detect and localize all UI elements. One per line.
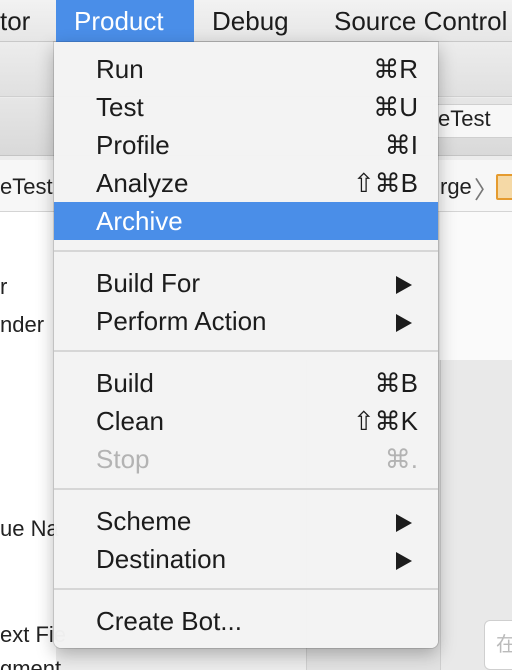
menu-item-perform-action[interactable]: Perform Action bbox=[54, 302, 438, 340]
menu-product[interactable]: Product bbox=[56, 0, 194, 42]
menu-item-profile[interactable]: Profile ⌘I bbox=[54, 126, 438, 164]
menu-item-label: Perform Action bbox=[96, 306, 267, 336]
submenu-arrow-icon bbox=[396, 552, 412, 570]
navigator-line: gment bbox=[0, 656, 62, 670]
navigator-line: ue Na bbox=[0, 516, 59, 541]
menu-item-clean[interactable]: Clean ⇧⌘K bbox=[54, 402, 438, 440]
menu-source-control[interactable]: Source Control bbox=[334, 0, 507, 42]
navigator-line: nder bbox=[0, 312, 45, 337]
menu-item-label: Profile bbox=[96, 130, 170, 160]
shortcut-label: ⌘I bbox=[384, 130, 418, 160]
menu-separator bbox=[54, 488, 438, 490]
menu-separator bbox=[54, 350, 438, 352]
menu-item-analyze[interactable]: Analyze ⇧⌘B bbox=[54, 164, 438, 202]
menu-item-label: Analyze bbox=[96, 168, 189, 198]
menu-separator bbox=[54, 588, 438, 590]
shortcut-label: ⌘R bbox=[373, 54, 418, 84]
menu-bar: tor Product Debug Source Control bbox=[0, 0, 512, 42]
menu-item-label: Build bbox=[96, 368, 154, 398]
submenu-arrow-icon bbox=[396, 314, 412, 332]
jump-bar-right-crumb[interactable]: rge bbox=[440, 174, 472, 200]
submenu-arrow-icon bbox=[396, 514, 412, 532]
shortcut-label: ⌘. bbox=[384, 444, 418, 474]
navigator-panel bbox=[0, 212, 56, 670]
menu-item-build[interactable]: Build ⌘B bbox=[54, 364, 438, 402]
navigator-line: r bbox=[0, 274, 8, 299]
menu-item-test[interactable]: Test ⌘U bbox=[54, 88, 438, 126]
chevron-right-icon: 〉 bbox=[474, 177, 498, 204]
menu-item-label: Destination bbox=[96, 544, 227, 574]
shortcut-label: ⌘B bbox=[374, 368, 418, 398]
tab-scheme-label: eTest bbox=[438, 106, 491, 131]
menu-debug[interactable]: Debug bbox=[212, 0, 289, 42]
menu-item-label: Build For bbox=[96, 268, 201, 298]
menu-editor[interactable]: tor bbox=[0, 0, 40, 42]
file-icon[interactable] bbox=[496, 174, 512, 200]
submenu-arrow-icon bbox=[396, 276, 412, 294]
menu-item-archive[interactable]: Archive bbox=[54, 202, 438, 240]
menu-item-scheme[interactable]: Scheme bbox=[54, 502, 438, 540]
menu-item-destination[interactable]: Destination bbox=[54, 540, 438, 578]
menu-separator bbox=[54, 250, 438, 252]
shortcut-label: ⇧⌘K bbox=[352, 406, 418, 436]
jump-bar-left-crumb[interactable]: eTest bbox=[0, 174, 53, 200]
menu-item-label: Stop bbox=[96, 444, 150, 474]
menu-item-label: Create Bot... bbox=[96, 606, 242, 636]
product-menu: Run ⌘R Test ⌘U Profile ⌘I Analyze ⇧⌘B Ar… bbox=[54, 42, 438, 648]
menu-item-label: Test bbox=[96, 92, 144, 122]
editor-area bbox=[440, 212, 512, 360]
menu-item-run[interactable]: Run ⌘R bbox=[54, 50, 438, 88]
menu-item-label: Archive bbox=[96, 206, 183, 236]
text-field-content: 在 bbox=[496, 634, 512, 656]
menu-item-label: Clean bbox=[96, 406, 164, 436]
menu-item-label: Scheme bbox=[96, 506, 192, 536]
shortcut-label: ⌘U bbox=[373, 92, 418, 122]
shortcut-label: ⇧⌘B bbox=[352, 168, 418, 198]
menu-item-stop[interactable]: Stop ⌘. bbox=[54, 440, 438, 478]
menu-item-label: Run bbox=[96, 54, 144, 84]
menu-item-create-bot[interactable]: Create Bot... bbox=[54, 602, 438, 640]
menu-item-build-for[interactable]: Build For bbox=[54, 264, 438, 302]
